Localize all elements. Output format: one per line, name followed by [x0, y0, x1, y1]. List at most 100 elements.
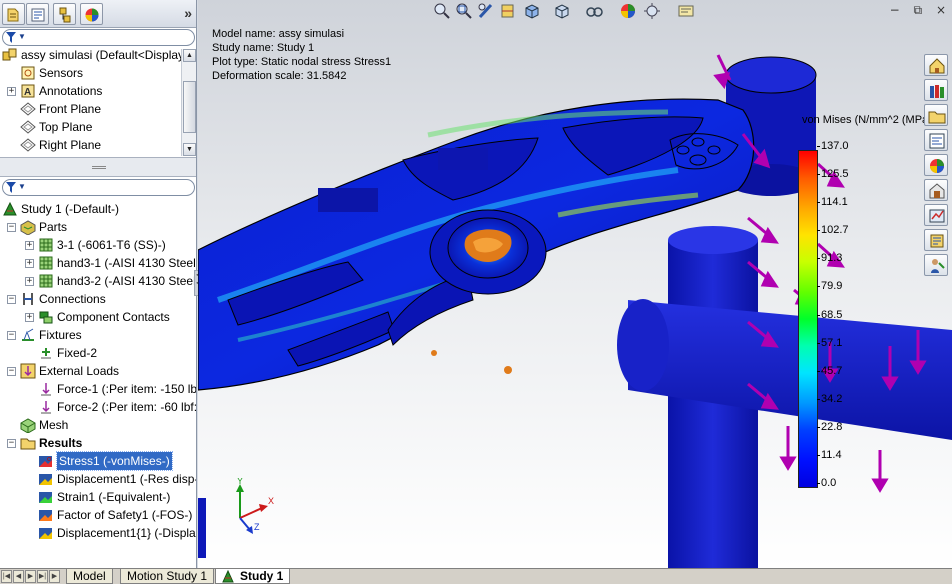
- tree-expander[interactable]: −: [7, 439, 16, 448]
- tree-expander[interactable]: +: [7, 87, 16, 96]
- loads-icon: [20, 363, 36, 379]
- tree-expander[interactable]: +: [25, 259, 34, 268]
- solidworks-resources-icon[interactable]: [924, 254, 948, 276]
- display-style-icon[interactable]: [553, 2, 571, 20]
- tree-item-label: Annotations: [39, 84, 103, 98]
- tab-study-1[interactable]: Study 1: [215, 569, 291, 584]
- document-tabs-bar: |◀ ◀ ▶ ▶| ▶ Model Motion Study 1 Study 1: [0, 568, 952, 584]
- tree-item[interactable]: + hand3-2 (-AISI 4130 Steel, a: [0, 272, 197, 290]
- tree-item[interactable]: Front Plane: [0, 100, 196, 118]
- solidworks-window: » ▼ assy simulasi (Default<Display Sensor…: [0, 0, 952, 584]
- tree-item[interactable]: − Fixtures: [0, 326, 196, 344]
- view-orientation-icon[interactable]: [523, 2, 541, 20]
- tree-expander[interactable]: −: [7, 367, 16, 376]
- tree-item[interactable]: Force-2 (:Per item: -60 lbf:): [0, 398, 196, 416]
- design-library-icon[interactable]: [924, 79, 948, 101]
- first-tab-button[interactable]: |◀: [1, 570, 12, 583]
- close-button[interactable]: ×: [936, 3, 946, 17]
- tab-study-1-label: Study 1: [240, 569, 284, 583]
- tree-expander[interactable]: +: [25, 241, 34, 250]
- tab-scroll-button[interactable]: ▶: [49, 570, 60, 583]
- property-manager-tab[interactable]: [26, 3, 49, 25]
- tree-item-label: Strain1 (-Equivalent-): [57, 490, 171, 504]
- last-tab-button[interactable]: ▶|: [37, 570, 48, 583]
- configuration-manager-tab[interactable]: [53, 3, 76, 25]
- tree-item-label: Sensors: [39, 66, 84, 80]
- feature-manager-tabs: »: [0, 0, 196, 28]
- tree-item[interactable]: + hand3-1 (-AISI 4130 Steel, a: [0, 254, 196, 272]
- expand-panel-button[interactable]: »: [184, 5, 192, 21]
- tree-item[interactable]: Displacement1{1} (-Displac: [0, 524, 196, 542]
- tree-expander[interactable]: +: [25, 277, 34, 286]
- zoom-to-fit-icon[interactable]: [433, 2, 451, 20]
- home-icon[interactable]: [924, 54, 948, 76]
- tree-splitter[interactable]: [0, 157, 196, 177]
- tree-item-label: 3-1 (-6061-T6 (SS)-): [57, 238, 166, 252]
- view-settings-icon[interactable]: [677, 2, 695, 20]
- restore-button[interactable]: ⧉: [914, 3, 923, 17]
- edit-appearance-icon[interactable]: [619, 2, 637, 20]
- stress-plot-icon: σ: [38, 453, 54, 469]
- feature-tree-scrollbar[interactable]: ▲ ▼: [181, 49, 196, 156]
- tab-motion-study-1[interactable]: Motion Study 1: [120, 569, 215, 584]
- tree-expander[interactable]: −: [7, 223, 16, 232]
- tree-item[interactable]: Force-1 (:Per item: -150 lbf:: [0, 380, 196, 398]
- file-explorer-icon[interactable]: [924, 104, 948, 126]
- document-window-controls: − ⧉ ×: [880, 3, 946, 18]
- section-view-icon[interactable]: [499, 2, 517, 20]
- simulation-advisor-icon[interactable]: [924, 204, 948, 226]
- tree-item[interactable]: Mesh: [0, 416, 196, 434]
- study-advisor-icon[interactable]: [924, 229, 948, 251]
- scroll-down-button[interactable]: ▼: [183, 143, 196, 156]
- tree-item-label: Results: [39, 436, 83, 450]
- previous-tab-button[interactable]: ◀: [13, 570, 24, 583]
- tree-item[interactable]: − Results: [0, 434, 196, 452]
- scroll-thumb[interactable]: [183, 81, 196, 133]
- part-mesh-icon: [38, 237, 54, 253]
- tree-item[interactable]: Sensors: [0, 64, 196, 82]
- tree-item-label: Right Plane: [39, 138, 102, 152]
- graphics-area[interactable]: − ⧉ × Model name: assy simulasi Study na…: [198, 0, 952, 568]
- tree-item[interactable]: Displacement1 (-Res disp-): [0, 470, 196, 488]
- hide-show-items-icon[interactable]: [585, 2, 603, 20]
- feature-filter-input[interactable]: ▼: [2, 29, 195, 46]
- tree-item[interactable]: − Connections: [0, 290, 196, 308]
- appearances-icon[interactable]: [924, 154, 948, 176]
- tree-item-label: Study 1 (-Default-): [21, 202, 120, 216]
- reference-triad: Y X Z: [236, 478, 274, 534]
- splitter-grip: [92, 166, 106, 169]
- svg-text:A: A: [24, 87, 31, 98]
- tree-item[interactable]: Study 1 (-Default-): [0, 200, 196, 218]
- scroll-up-button[interactable]: ▲: [183, 49, 196, 62]
- tree-item[interactable]: Fixed-2: [0, 344, 196, 362]
- view-palette-icon[interactable]: [924, 129, 948, 151]
- tree-item[interactable]: − Parts: [0, 218, 196, 236]
- tree-item[interactable]: Factor of Safety1 (-FOS-): [0, 506, 196, 524]
- next-tab-button[interactable]: ▶: [25, 570, 36, 583]
- feature-manager-tab[interactable]: [2, 3, 25, 25]
- tree-item[interactable]: + Component Contacts: [0, 308, 196, 326]
- tree-item-label: hand3-2 (-AISI 4130 Steel, a: [57, 274, 197, 288]
- tree-item[interactable]: Strain1 (-Equivalent-): [0, 488, 196, 506]
- previous-view-icon[interactable]: [477, 2, 495, 20]
- zoom-to-area-icon[interactable]: [455, 2, 473, 20]
- tree-item[interactable]: Right Plane: [0, 136, 196, 154]
- tree-item[interactable]: − External Loads: [0, 362, 196, 380]
- tree-expander[interactable]: −: [7, 295, 16, 304]
- minimize-button[interactable]: −: [890, 3, 900, 17]
- apply-scene-icon[interactable]: [643, 2, 661, 20]
- tree-item[interactable]: +3-1 (-6061-T6 (SS)-): [0, 236, 196, 254]
- display-manager-tab[interactable]: [80, 3, 103, 25]
- legend-tick-label: 11.4: [817, 448, 842, 461]
- tab-model[interactable]: Model: [66, 569, 113, 584]
- filter-dropdown-icon[interactable]: ▼: [18, 182, 26, 191]
- tree-expander[interactable]: −: [7, 331, 16, 340]
- filter-dropdown-icon[interactable]: ▼: [18, 32, 26, 41]
- tree-item[interactable]: assy simulasi (Default<Display: [0, 46, 196, 64]
- simulation-filter-input[interactable]: ▼: [2, 179, 195, 196]
- tree-item[interactable]: σ Stress1 (-vonMises-): [0, 451, 196, 471]
- tree-expander[interactable]: +: [25, 313, 34, 322]
- tree-item[interactable]: Top Plane: [0, 118, 196, 136]
- tree-item[interactable]: + A Annotations: [0, 82, 196, 100]
- custom-properties-icon[interactable]: [924, 179, 948, 201]
